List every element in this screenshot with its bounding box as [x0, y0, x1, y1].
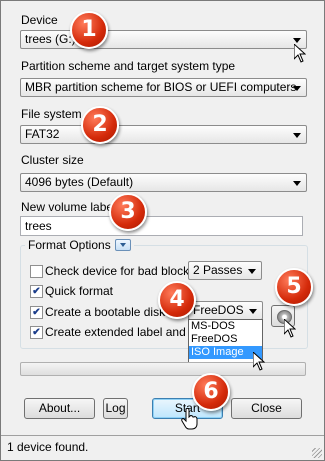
passes-select[interactable]: 2 Passes: [188, 261, 262, 280]
step-badge-4: 4: [158, 281, 196, 319]
status-bar: 1 device found.: [1, 435, 324, 460]
volume-label-input[interactable]: trees: [20, 216, 303, 236]
filesystem-label: File system: [21, 107, 82, 121]
chevron-down-icon: [293, 181, 301, 186]
quick-format-checkbox[interactable]: ✔: [30, 285, 43, 298]
about-button[interactable]: About...: [24, 398, 95, 419]
filesystem-value: FAT32: [25, 127, 60, 141]
boot-type-dropdown: MS-DOS FreeDOS ISO Image: [188, 319, 263, 363]
log-button[interactable]: Log: [103, 398, 128, 419]
quick-format-label: Quick format: [45, 284, 114, 298]
chevron-down-icon: [293, 133, 301, 138]
format-options-title: Format Options: [28, 238, 111, 252]
filesystem-select[interactable]: FAT32: [20, 125, 307, 144]
boot-type-value: FreeDOS: [193, 303, 244, 317]
extended-label-checkbox[interactable]: ✔: [30, 326, 43, 339]
step-badge-6: 6: [192, 373, 230, 411]
bootable-checkbox[interactable]: ✔: [30, 306, 43, 319]
close-button[interactable]: Close: [231, 398, 302, 419]
step-badge-2: 2: [81, 106, 119, 144]
boot-type-select[interactable]: FreeDOS: [188, 301, 263, 320]
step-badge-5: 5: [275, 268, 313, 306]
volume-label: New volume label: [21, 200, 116, 214]
chevron-down-icon: [293, 86, 301, 91]
passes-value: 2 Passes: [193, 263, 243, 277]
bad-blocks-checkbox[interactable]: [30, 265, 43, 278]
chevron-down-icon: [248, 269, 256, 274]
device-label: Device: [21, 13, 58, 27]
dropdown-option-freedos[interactable]: FreeDOS: [189, 333, 262, 346]
chevron-down-icon: [249, 309, 257, 314]
partition-label: Partition scheme and target system type: [21, 59, 236, 73]
cluster-value: 4096 bytes (Default): [25, 175, 134, 189]
bad-blocks-label: Check device for bad blocks:: [45, 264, 199, 278]
cluster-label: Cluster size: [21, 153, 84, 167]
chevron-down-icon: [293, 38, 301, 43]
status-text: 1 device found.: [7, 440, 89, 454]
dropdown-option-msdos[interactable]: MS-DOS: [189, 320, 262, 333]
rufus-window: Device trees (G:) Partition scheme and t…: [0, 0, 325, 461]
device-value: trees (G:): [25, 32, 76, 46]
partition-value: MBR partition scheme for BIOS or UEFI co…: [25, 80, 297, 94]
format-options-header: Format Options: [25, 238, 134, 252]
dropdown-option-iso-image[interactable]: ISO Image: [189, 346, 262, 359]
partition-select[interactable]: MBR partition scheme for BIOS or UEFI co…: [20, 78, 307, 97]
step-badge-1: 1: [70, 11, 108, 49]
device-select[interactable]: trees (G:): [20, 30, 307, 49]
cluster-select[interactable]: 4096 bytes (Default): [20, 173, 307, 192]
step-badge-3: 3: [109, 193, 147, 231]
extended-label-label: Create extended label and ico: [45, 325, 205, 339]
resize-grip-icon[interactable]: [312, 448, 322, 458]
volume-label-value: trees: [25, 219, 52, 233]
expand-toggle-icon[interactable]: [114, 239, 131, 251]
